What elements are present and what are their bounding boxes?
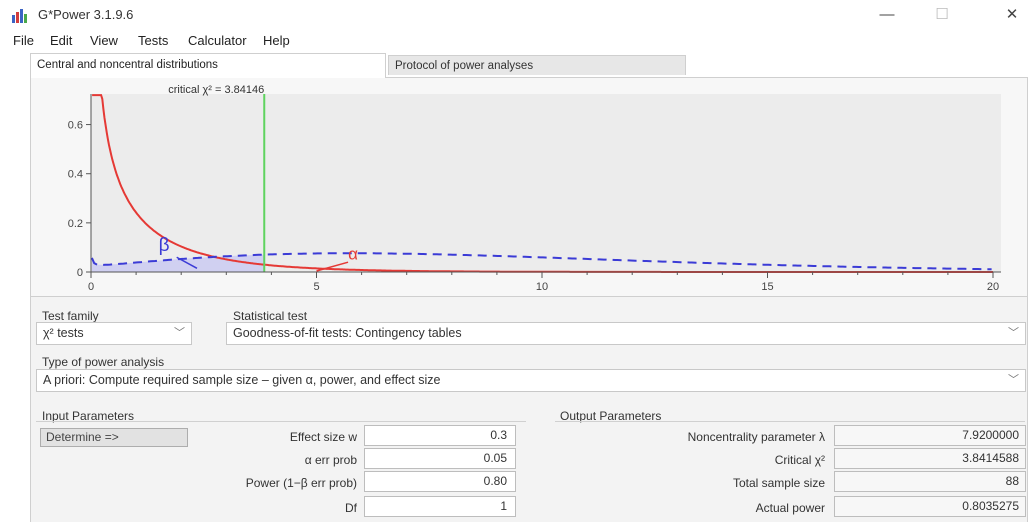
actual-power-label: Actual power — [755, 501, 825, 515]
output-group-divider — [555, 421, 1025, 422]
menu-calculator[interactable]: Calculator — [188, 33, 247, 48]
chevron-down-icon: ﹀ — [1008, 374, 1019, 386]
determine-button[interactable]: Determine => — [40, 428, 188, 447]
menu-bar: File Edit View Tests Calculator Help — [0, 30, 1029, 52]
maximize-button[interactable]: ☐ — [925, 4, 959, 26]
actual-power-output: 0.8035275 — [834, 496, 1026, 517]
df-label: Df — [345, 501, 357, 515]
noncentrality-output: 7.9200000 — [834, 425, 1026, 446]
statistical-test-select[interactable]: Goodness-of-fit tests: Contingency table… — [226, 322, 1026, 345]
x-tick-label: 10 — [536, 281, 548, 293]
effect-size-label: Effect size w — [289, 430, 357, 444]
x-tick-label: 0 — [88, 281, 94, 293]
noncentrality-label: Noncentrality parameter λ — [687, 430, 825, 444]
x-tick-label: 5 — [313, 281, 319, 293]
menu-tests[interactable]: Tests — [138, 33, 168, 48]
effect-size-field[interactable]: 0.3 — [364, 425, 516, 446]
power-field[interactable]: 0.80 — [364, 471, 516, 492]
analysis-type-select[interactable]: A priori: Compute required sample size –… — [36, 369, 1026, 392]
tab-distributions[interactable]: Central and noncentral distributions — [30, 53, 386, 78]
chevron-down-icon: ﹀ — [1008, 327, 1019, 339]
gpower-app-icon — [12, 9, 27, 23]
menu-view[interactable]: View — [90, 33, 118, 48]
x-tick-label: 20 — [987, 281, 999, 293]
analysis-type-label: Type of power analysis — [42, 355, 165, 369]
tab-protocol[interactable]: Protocol of power analyses — [388, 55, 686, 75]
minimize-button[interactable]: — — [870, 4, 904, 26]
statistical-test-value: Goodness-of-fit tests: Contingency table… — [233, 326, 462, 340]
menu-edit[interactable]: Edit — [50, 33, 72, 48]
plot-area — [91, 94, 1001, 272]
total-sample-size-output: 88 — [834, 471, 1026, 492]
y-tick-label: 0 — [77, 267, 83, 279]
distribution-plot-svg: 0 0.2 0.4 0.6 0 5 10 15 20 critical χ² = 3.84146 β… — [68, 84, 1001, 293]
y-tick-label: 0.6 — [68, 120, 83, 132]
distribution-plot: 0 0.2 0.4 0.6 0 5 10 15 20 critical χ² = 3.84146 β… — [30, 77, 1028, 297]
menu-help[interactable]: Help — [263, 33, 290, 48]
test-family-select[interactable]: χ² tests ﹀ — [36, 322, 192, 345]
title-bar: G*Power 3.1.9.6 — ☐ ✕ — [0, 0, 1029, 30]
x-tick-label: 15 — [761, 281, 773, 293]
alpha-err-label: α err prob — [304, 453, 357, 467]
tab-bar: Central and noncentral distributions Pro… — [30, 53, 1028, 78]
critical-chi-label: Critical χ² — [774, 453, 825, 467]
test-family-label: Test family — [42, 309, 99, 323]
test-family-value: χ² tests — [43, 326, 84, 340]
alpha-label: α — [348, 245, 358, 264]
statistical-test-label: Statistical test — [233, 309, 308, 323]
close-button[interactable]: ✕ — [995, 4, 1029, 26]
critical-chi-output: 3.8414588 — [834, 448, 1026, 469]
alpha-err-field[interactable]: 0.05 — [364, 448, 516, 469]
critical-value-label: critical χ² = 3.84146 — [168, 84, 264, 96]
beta-label: β — [159, 235, 170, 256]
y-tick-label: 0.2 — [68, 218, 83, 230]
df-field[interactable]: 1 — [364, 496, 516, 517]
power-label: Power (1−β err prob) — [245, 476, 357, 490]
chevron-down-icon: ﹀ — [174, 327, 185, 339]
total-sample-size-label: Total sample size — [732, 476, 825, 490]
window-title: G*Power 3.1.9.6 — [38, 7, 134, 22]
analysis-type-value: A priori: Compute required sample size –… — [43, 373, 441, 387]
menu-file[interactable]: File — [13, 33, 34, 48]
y-tick-label: 0.4 — [68, 169, 83, 181]
input-group-divider — [36, 421, 526, 422]
